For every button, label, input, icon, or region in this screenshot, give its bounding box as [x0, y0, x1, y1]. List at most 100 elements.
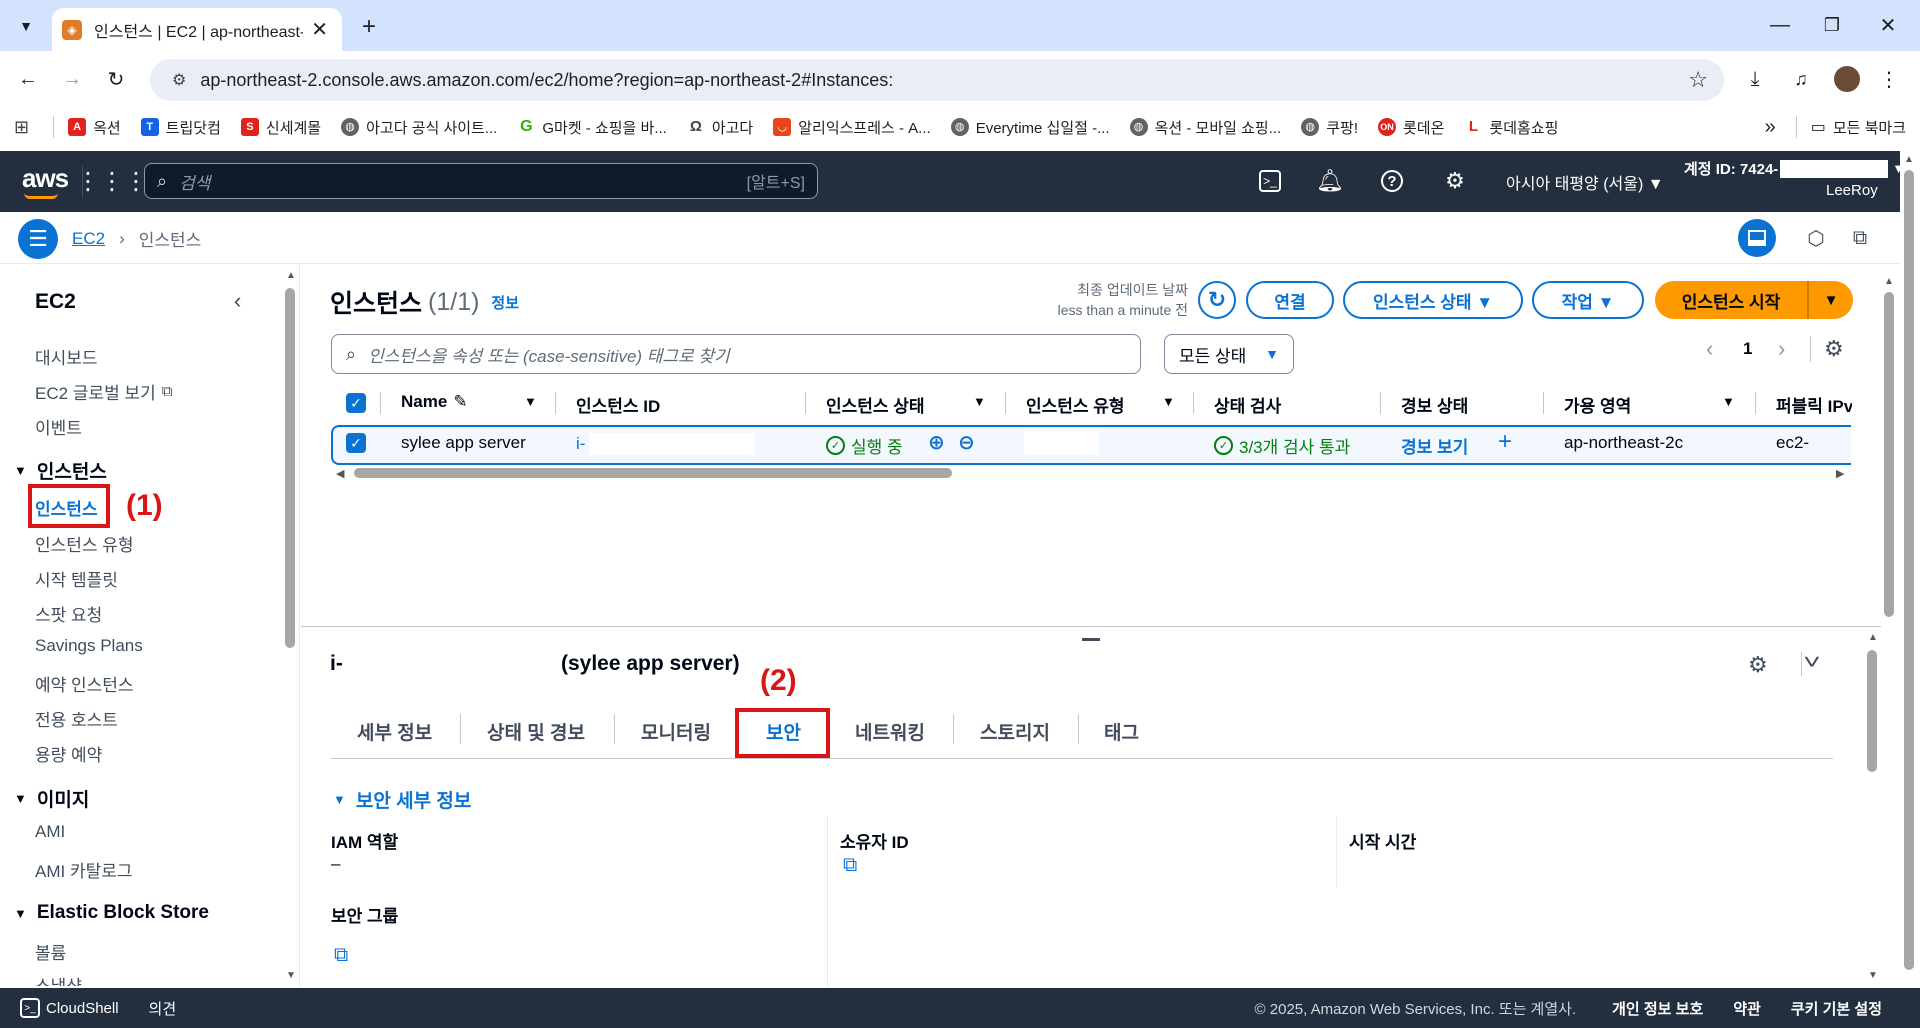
- sidenav-item-global-view[interactable]: EC2 글로벌 보기 ⧉: [35, 379, 172, 404]
- forward-icon[interactable]: →: [56, 63, 88, 95]
- terms-link[interactable]: 약관: [1733, 998, 1761, 1019]
- column-header-public-ip[interactable]: 퍼블릭 IPv: [1776, 392, 1852, 417]
- sidenav-item-instances[interactable]: 인스턴스: [35, 495, 98, 520]
- copy-owner-id-icon[interactable]: ⧉: [843, 854, 857, 877]
- prev-page-icon[interactable]: ‹: [1706, 336, 1713, 362]
- aws-search-input[interactable]: ⌕ 검색 [알트+S]: [144, 163, 818, 199]
- tab-networking[interactable]: 네트워킹: [855, 718, 925, 745]
- launch-instance-button[interactable]: 인스턴스 시작: [1655, 288, 1807, 313]
- info-link[interactable]: 정보: [491, 292, 519, 313]
- aws-logo[interactable]: aws: [22, 163, 69, 194]
- select-all-checkbox[interactable]: ✓: [346, 393, 366, 413]
- column-header-instance-id[interactable]: 인스턴스 ID: [576, 392, 660, 417]
- cookie-settings-link[interactable]: 쿠키 기본 설정: [1791, 998, 1882, 1019]
- cloudshell-icon[interactable]: >_: [1252, 163, 1288, 199]
- notifications-bell-icon[interactable]: 🔔︎: [1312, 163, 1348, 199]
- sidenav-item-capacity[interactable]: 용량 예약: [35, 741, 102, 766]
- sidenav-item-reserved[interactable]: 예약 인스턴스: [35, 671, 134, 696]
- cloud-panel-icon[interactable]: ⧉: [1842, 220, 1878, 256]
- bookmark-item[interactable]: ◍ 아고다 공식 사이트...: [341, 117, 497, 138]
- instance-state-button[interactable]: 인스턴스 상태 ▼: [1343, 281, 1523, 319]
- scroll-right-icon[interactable]: ▶: [1836, 467, 1844, 480]
- minimize-icon[interactable]: —: [1760, 8, 1800, 42]
- sidenav-item-savings-plans[interactable]: Savings Plans: [35, 636, 143, 656]
- bookmark-item[interactable]: S 신세계몰: [240, 117, 321, 138]
- more-bookmarks-icon[interactable]: »: [1765, 116, 1776, 139]
- scroll-up-icon[interactable]: ▲: [1884, 276, 1894, 287]
- account-menu[interactable]: 계정 ID: 7424- ▼: [1684, 158, 1905, 179]
- tab-storage[interactable]: 스토리지: [980, 718, 1050, 745]
- column-header-alarm[interactable]: 경보 상태: [1401, 392, 1468, 417]
- resize-handle[interactable]: [1082, 638, 1100, 641]
- sidenav-item-ami[interactable]: AMI: [35, 822, 65, 842]
- back-icon[interactable]: ←: [12, 63, 44, 95]
- scroll-down-icon[interactable]: ▼: [1868, 970, 1878, 981]
- launch-dropdown-icon[interactable]: ▼: [1809, 292, 1853, 309]
- main-scrollbar[interactable]: [1884, 292, 1894, 617]
- tab-status-alarms[interactable]: 상태 및 경보: [487, 718, 585, 745]
- page-scrollbar[interactable]: [1904, 170, 1914, 970]
- sidenav-item-volumes[interactable]: 볼륨: [35, 939, 66, 964]
- split-panel-icon[interactable]: [1738, 219, 1776, 257]
- tab-security[interactable]: 보안: [766, 718, 801, 745]
- privacy-link[interactable]: 개인 정보 보호: [1612, 998, 1703, 1019]
- bookmark-item[interactable]: ◍ 쿠팡!: [1301, 117, 1358, 138]
- bookmark-item[interactable]: ON 롯데온: [1378, 117, 1444, 138]
- sidenav-item-ami-catalog[interactable]: AMI 카탈로그: [35, 857, 133, 882]
- zoom-in-icon[interactable]: ⊕: [928, 430, 945, 455]
- security-details-section[interactable]: ▼ 보안 세부 정보: [333, 786, 471, 813]
- restore-icon[interactable]: ❐: [1812, 8, 1852, 42]
- scroll-left-icon[interactable]: ◀: [336, 467, 344, 480]
- actions-button[interactable]: 작업 ▼: [1532, 281, 1644, 319]
- sidenav-section-instances[interactable]: ▼ 인스턴스: [14, 457, 107, 484]
- tab-monitoring[interactable]: 모니터링: [641, 718, 711, 745]
- state-filter-select[interactable]: 모든 상태 ▼: [1164, 334, 1294, 374]
- bookmark-star-icon[interactable]: ☆: [1688, 67, 1708, 93]
- services-grid-icon[interactable]: ⋮⋮⋮: [76, 163, 148, 199]
- feedback-link[interactable]: 의견: [149, 998, 177, 1019]
- scroll-up-icon[interactable]: ▲: [1904, 154, 1914, 165]
- sidenav-section-images[interactable]: ▼ 이미지: [14, 785, 89, 812]
- sidenav-item-snapshots[interactable]: 스냅샷: [35, 972, 82, 986]
- tab-search-icon[interactable]: ▼: [12, 12, 40, 40]
- scroll-up-icon[interactable]: ▲: [286, 270, 296, 281]
- media-icon[interactable]: ♫: [1786, 64, 1816, 94]
- close-window-icon[interactable]: ✕: [1868, 8, 1908, 42]
- collapse-nav-icon[interactable]: ‹: [234, 288, 241, 314]
- tab-tags[interactable]: 태그: [1104, 718, 1139, 745]
- address-bar[interactable]: ⚙ ap-northeast-2.console.aws.amazon.com/…: [150, 59, 1724, 101]
- detail-scrollbar[interactable]: [1867, 650, 1877, 772]
- next-page-icon[interactable]: ›: [1778, 336, 1785, 362]
- sidenav-item-dashboard[interactable]: 대시보드: [35, 344, 98, 369]
- sidenav-item-launch-templates[interactable]: 시작 템플릿: [35, 566, 118, 591]
- bookmark-item[interactable]: ◍ 옥션 - 모바일 쇼핑...: [1129, 117, 1281, 138]
- page-number[interactable]: 1: [1743, 339, 1752, 359]
- close-tab-icon[interactable]: ✕: [311, 17, 328, 42]
- help-icon[interactable]: ?: [1374, 163, 1410, 199]
- bookmark-item[interactable]: ◍ Everytime 십일절 -...: [950, 117, 1110, 138]
- side-nav-toggle-icon[interactable]: ☰: [18, 219, 58, 259]
- column-header-name[interactable]: Name ✎: [401, 392, 468, 412]
- download-icon[interactable]: ⤓: [1740, 64, 1770, 94]
- add-alarm-icon[interactable]: +: [1498, 428, 1512, 456]
- sidenav-scrollbar[interactable]: [285, 288, 295, 648]
- all-bookmarks-folder[interactable]: ▭ 모든 북마크: [1811, 117, 1906, 138]
- region-selector[interactable]: 아시아 태평양 (서울) ▼: [1506, 170, 1664, 194]
- reload-icon[interactable]: ↻: [100, 63, 132, 95]
- cloudshell-icon[interactable]: >_: [20, 998, 40, 1018]
- bookmark-item[interactable]: T 트립닷컴: [140, 117, 221, 138]
- bookmark-item[interactable]: L 롯데홈쇼핑: [1464, 117, 1558, 138]
- column-header-status-check[interactable]: 상태 검사: [1214, 392, 1281, 417]
- site-info-icon[interactable]: ⚙: [172, 70, 186, 90]
- breadcrumb-ec2[interactable]: EC2: [72, 229, 105, 249]
- column-header-type[interactable]: 인스턴스 유형: [1026, 392, 1125, 417]
- sidenav-item-events[interactable]: 이벤트: [35, 414, 82, 439]
- scroll-up-icon[interactable]: ▲: [1868, 632, 1878, 643]
- sidenav-section-ebs[interactable]: ▼ Elastic Block Store: [14, 902, 209, 924]
- settings-gear-icon[interactable]: ⚙: [1437, 163, 1473, 199]
- sidenav-item-dedicated-hosts[interactable]: 전용 호스트: [35, 706, 118, 731]
- bookmark-item[interactable]: ◡ 알리익스프레스 - A...: [773, 117, 931, 138]
- detail-settings-icon[interactable]: ⚙: [1748, 652, 1768, 678]
- bookmark-item[interactable]: A 옥션: [68, 117, 121, 138]
- browser-tab[interactable]: ◈ 인스턴스 | EC2 | ap-northeast- ✕: [52, 8, 342, 51]
